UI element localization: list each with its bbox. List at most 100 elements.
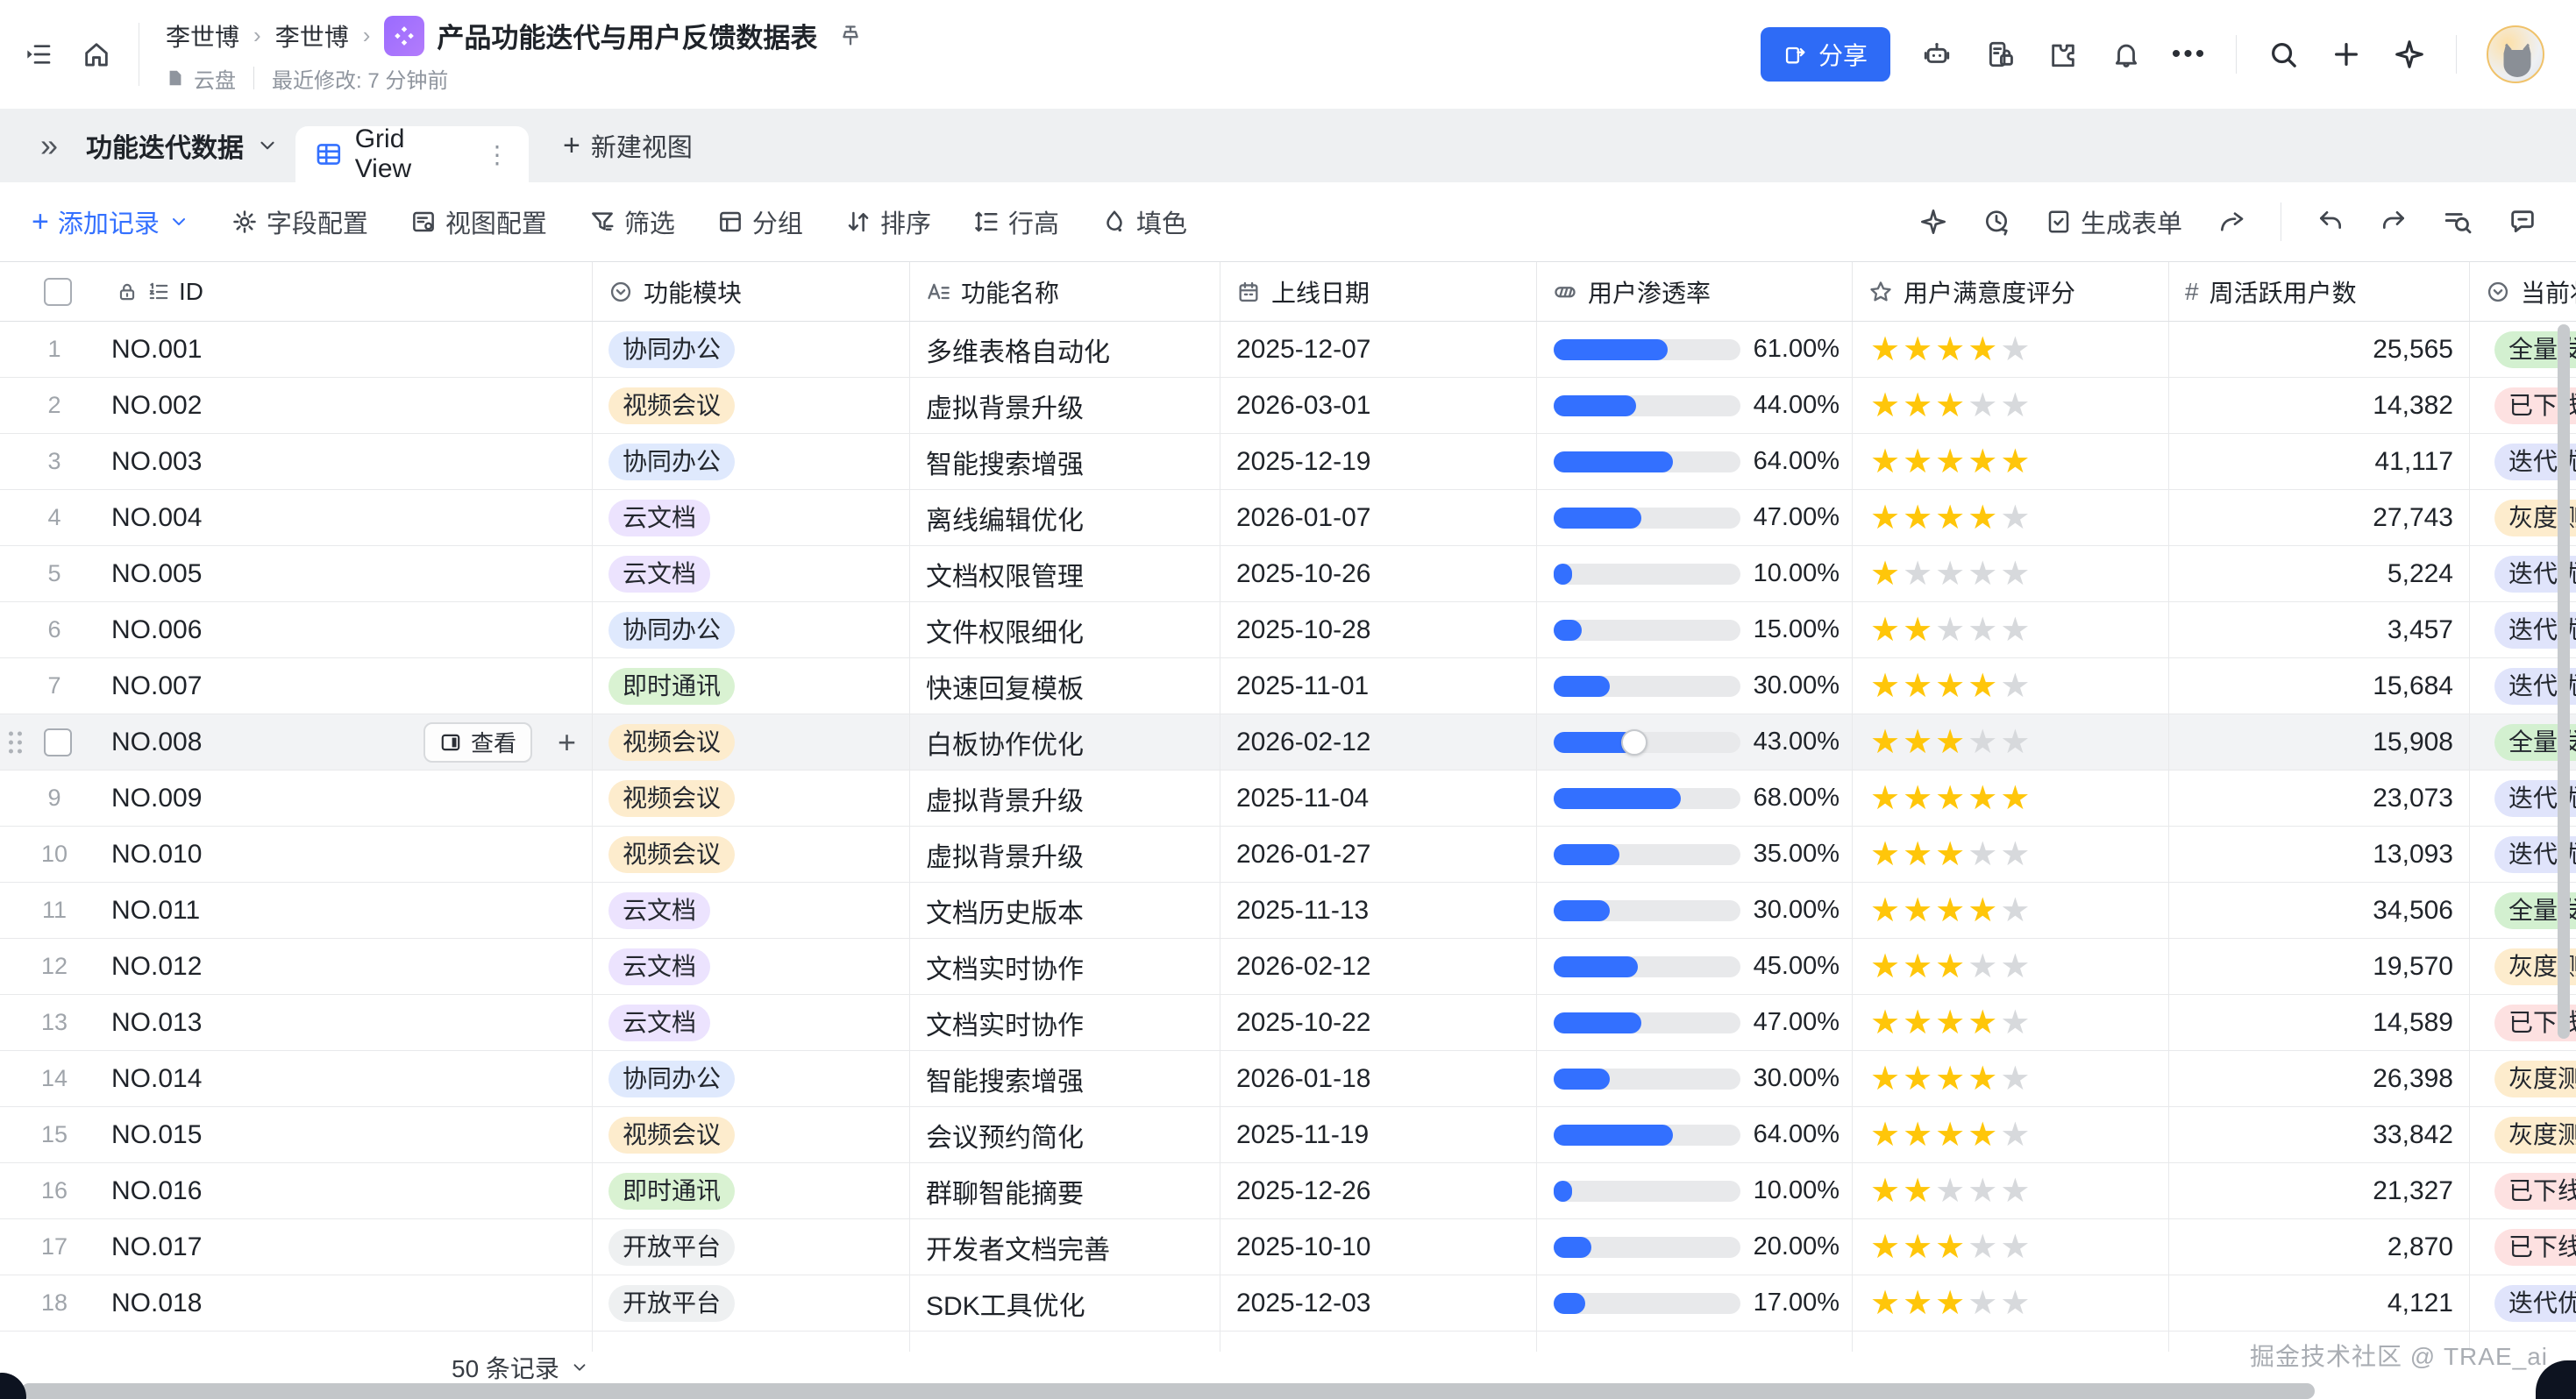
star-icon[interactable]: ★: [1870, 1062, 1900, 1096]
module-cell[interactable]: 视频会议: [593, 771, 910, 826]
feature-name-cell[interactable]: 群聊智能摘要: [910, 1163, 1220, 1218]
launch-date-cell[interactable]: 2025-10-10: [1220, 1219, 1537, 1275]
star-icon[interactable]: ★: [1870, 894, 1900, 927]
star-icon[interactable]: ★: [1968, 726, 1997, 759]
rating-cell[interactable]: ★★★★★: [1853, 939, 2169, 994]
star-icon[interactable]: ★: [1935, 333, 1965, 366]
ai-sparkle-icon[interactable]: [1919, 208, 1947, 236]
rating-cell[interactable]: ★★★★★: [1853, 658, 2169, 714]
more-icon[interactable]: •••: [2173, 38, 2206, 71]
rating-cell[interactable]: ★★★★★: [1853, 1051, 2169, 1106]
module-cell[interactable]: 云文档: [593, 939, 910, 994]
star-icon[interactable]: ★: [2000, 557, 2030, 591]
star-icon[interactable]: ★: [1935, 1175, 1965, 1208]
rating-cell[interactable]: ★★★★★: [1853, 714, 2169, 770]
star-icon[interactable]: ★: [1903, 726, 1932, 759]
row-checkbox[interactable]: [44, 728, 72, 756]
star-icon[interactable]: ★: [1903, 557, 1932, 591]
star-icon[interactable]: ★: [2000, 726, 2030, 759]
widget-puzzle-icon[interactable]: [2046, 38, 2080, 71]
launch-date-cell[interactable]: 2026-01-27: [1220, 827, 1537, 882]
star-icon[interactable]: ★: [2000, 445, 2030, 479]
weekly-users-cell[interactable]: 15,908: [2169, 714, 2470, 770]
rating-cell[interactable]: ★★★★★: [1853, 546, 2169, 601]
weekly-users-cell[interactable]: 15,684: [2169, 658, 2470, 714]
progress-track[interactable]: [1554, 900, 1740, 921]
table-row[interactable]: 18 NO.018 查看 + 开放平台 SDK工具优化 2025-12-03: [0, 1275, 2576, 1332]
launch-date-cell[interactable]: 2025-12-07: [1220, 322, 1537, 377]
feature-name-cell[interactable]: 白板协作优化: [910, 714, 1220, 770]
id-cell[interactable]: 17 NO.017 查看 +: [0, 1219, 593, 1275]
penetration-cell[interactable]: 17.00%: [1537, 1275, 1853, 1331]
doc-location[interactable]: 云盘: [194, 63, 236, 94]
star-icon[interactable]: ★: [2000, 1175, 2030, 1208]
table-row[interactable]: 11 NO.011 查看 + 云文档 文档历史版本 2025-11-13: [0, 883, 2576, 939]
star-icon[interactable]: ★: [2000, 894, 2030, 927]
undo-icon[interactable]: [2316, 208, 2345, 236]
table-row[interactable]: 14 NO.014 查看 + 协同办公 智能搜索增强 2026-01-18: [0, 1051, 2576, 1107]
star-icon[interactable]: ★: [2000, 1118, 2030, 1152]
group-button[interactable]: 分组: [717, 203, 803, 240]
pin-icon[interactable]: [838, 24, 863, 48]
progress-track[interactable]: [1554, 508, 1740, 529]
star-icon[interactable]: ★: [1903, 782, 1932, 815]
feature-name-cell[interactable]: 多维表格自动化: [910, 322, 1220, 377]
weekly-users-cell[interactable]: 26,398: [2169, 1051, 2470, 1106]
table-row[interactable]: 16 NO.016 查看 + 即时通讯 群聊智能摘要 2025-12-26: [0, 1163, 2576, 1219]
feature-name-cell[interactable]: 文档历史版本: [910, 883, 1220, 938]
feature-name-cell[interactable]: 开发者文档完善: [910, 1219, 1220, 1275]
module-cell[interactable]: 即时通讯: [593, 658, 910, 714]
penetration-cell[interactable]: 61.00%: [1537, 322, 1853, 377]
home-icon[interactable]: [77, 35, 116, 74]
id-cell[interactable]: 7 NO.007 查看 +: [0, 658, 593, 714]
star-icon[interactable]: ★: [1935, 838, 1965, 871]
table-row[interactable]: 10 NO.010 查看 + 视频会议 虚拟背景升级 2026-01-27: [0, 827, 2576, 883]
star-icon[interactable]: ★: [1968, 950, 1997, 984]
star-icon[interactable]: ★: [1870, 501, 1900, 535]
field-config-button[interactable]: 字段配置: [231, 203, 368, 240]
header-weekly-users-column[interactable]: # 周活跃用户数: [2169, 262, 2470, 321]
penetration-cell[interactable]: 30.00%: [1537, 658, 1853, 714]
status-cell[interactable]: 已下线: [2470, 1163, 2576, 1218]
star-icon[interactable]: ★: [1903, 670, 1932, 703]
star-icon[interactable]: ★: [1903, 1231, 1932, 1264]
star-icon[interactable]: ★: [1903, 950, 1932, 984]
progress-track[interactable]: [1554, 732, 1740, 753]
table-row[interactable]: 17 NO.017 查看 + 开放平台 开发者文档完善 2025-10-10: [0, 1219, 2576, 1275]
expand-record-button[interactable]: 查看: [423, 722, 532, 763]
id-cell[interactable]: 8 NO.008 查看 +: [0, 714, 593, 770]
star-icon[interactable]: ★: [1935, 894, 1965, 927]
star-icon[interactable]: ★: [1968, 389, 1997, 423]
header-date-column[interactable]: 上线日期: [1220, 262, 1537, 321]
create-new-icon[interactable]: [2330, 38, 2363, 71]
insert-record-icon[interactable]: +: [558, 724, 576, 761]
module-cell[interactable]: 视频会议: [593, 1107, 910, 1162]
rating-cell[interactable]: ★★★★★: [1853, 1219, 2169, 1275]
search-icon[interactable]: [2266, 38, 2300, 71]
progress-track[interactable]: [1554, 1012, 1740, 1033]
penetration-cell[interactable]: 47.00%: [1537, 490, 1853, 545]
launch-date-cell[interactable]: 2025-11-19: [1220, 1107, 1537, 1162]
launch-date-cell[interactable]: 2025-10-22: [1220, 995, 1537, 1050]
penetration-cell[interactable]: 43.00%: [1537, 714, 1853, 770]
penetration-cell[interactable]: 47.00%: [1537, 995, 1853, 1050]
history-icon[interactable]: [1982, 208, 2010, 236]
table-switcher[interactable]: 功能迭代数据: [86, 126, 279, 165]
header-progress-column[interactable]: 用户渗透率: [1537, 262, 1853, 321]
launch-date-cell[interactable]: 2026-01-07: [1220, 490, 1537, 545]
star-icon[interactable]: ★: [1870, 614, 1900, 647]
star-icon[interactable]: ★: [1870, 1175, 1900, 1208]
feature-name-cell[interactable]: SDK工具优化: [910, 1275, 1220, 1331]
rating-cell[interactable]: ★★★★★: [1853, 1275, 2169, 1331]
rating-cell[interactable]: ★★★★★: [1853, 1107, 2169, 1162]
star-icon[interactable]: ★: [2000, 1231, 2030, 1264]
star-icon[interactable]: ★: [2000, 838, 2030, 871]
table-row[interactable]: 8 NO.008 查看 + 视频会议 白板协作优化 2026-02-12: [0, 714, 2576, 771]
star-icon[interactable]: ★: [1903, 1175, 1932, 1208]
star-icon[interactable]: ★: [1968, 1062, 1997, 1096]
star-icon[interactable]: ★: [1903, 894, 1932, 927]
star-icon[interactable]: ★: [1968, 782, 1997, 815]
star-icon[interactable]: ★: [1903, 1118, 1932, 1152]
penetration-cell[interactable]: 35.00%: [1537, 827, 1853, 882]
star-icon[interactable]: ★: [1935, 1006, 1965, 1040]
